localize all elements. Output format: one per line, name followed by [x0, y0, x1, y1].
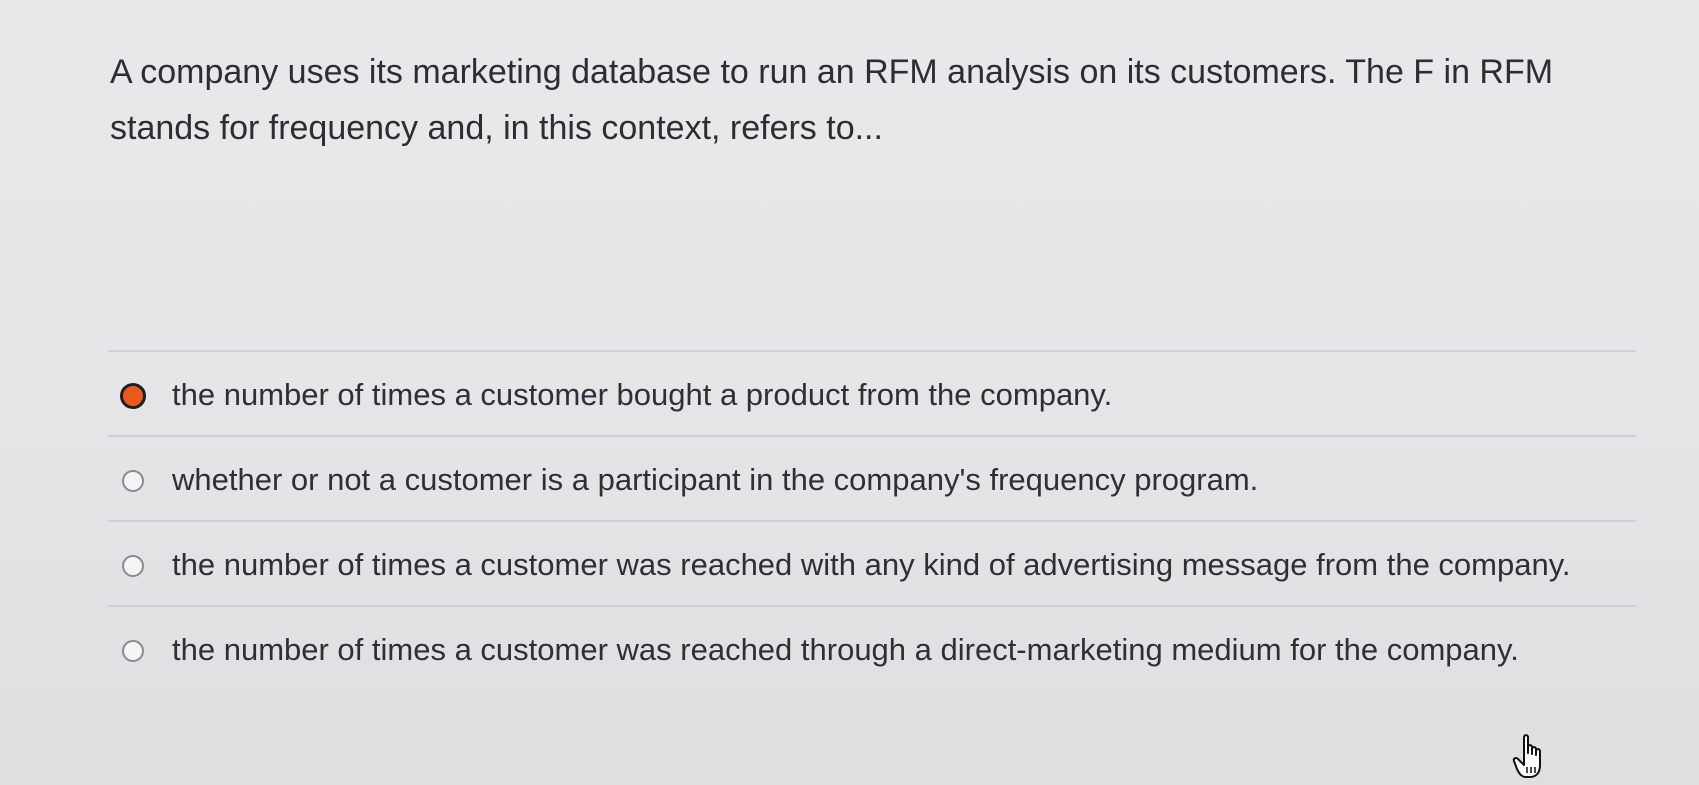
radio-button[interactable]: [122, 555, 144, 577]
answer-option-label: the number of times a customer was reach…: [172, 632, 1519, 667]
answer-option-3[interactable]: the number of times a customer was reach…: [108, 522, 1636, 605]
radio-button[interactable]: [122, 640, 144, 662]
answer-option-label: the number of times a customer was reach…: [172, 547, 1571, 582]
answer-option-4[interactable]: the number of times a customer was reach…: [108, 607, 1636, 690]
answer-option-label: the number of times a customer bought a …: [172, 377, 1113, 412]
answer-option-1[interactable]: the number of times a customer bought a …: [108, 352, 1636, 435]
radio-button-selected[interactable]: [120, 383, 146, 409]
answer-option-2[interactable]: whether or not a customer is a participa…: [108, 437, 1636, 520]
hand-pointer-icon: [1512, 734, 1541, 778]
answer-option-label: whether or not a customer is a participa…: [172, 462, 1259, 497]
question-text: A company uses its marketing database to…: [110, 53, 1554, 147]
answer-options: the number of times a customer bought a …: [108, 350, 1636, 690]
radio-button[interactable]: [122, 470, 144, 492]
